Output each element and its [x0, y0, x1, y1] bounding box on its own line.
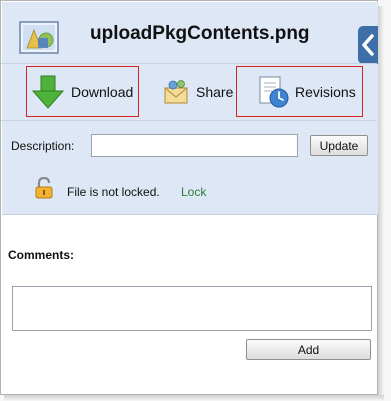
actions-divider [1, 120, 377, 121]
revisions-label: Revisions [295, 83, 356, 100]
add-comment-button[interactable]: Add [246, 339, 371, 360]
revisions-button[interactable]: Revisions [236, 66, 363, 117]
file-title: uploadPkgContents.png [90, 23, 310, 44]
lock-link[interactable]: Lock [181, 185, 206, 199]
comment-input[interactable] [12, 286, 372, 331]
collapse-panel-icon[interactable] [358, 26, 378, 64]
comments-label: Comments: [8, 248, 75, 262]
header-divider [1, 63, 377, 64]
update-button[interactable]: Update [310, 135, 368, 156]
share-button[interactable]: Share [160, 66, 234, 117]
panel-shadow-bottom [4, 395, 384, 401]
description-label: Description: [11, 139, 75, 153]
image-file-icon [19, 21, 59, 54]
download-label: Download [71, 83, 134, 100]
download-button[interactable]: Download [26, 66, 139, 117]
unlocked-padlock-icon [35, 177, 53, 199]
share-envelope-icon [164, 79, 188, 103]
share-label: Share [196, 83, 234, 100]
panel-shadow-right [378, 6, 384, 398]
download-arrow-icon [31, 75, 65, 109]
lock-status-text: File is not locked. [67, 185, 160, 199]
description-input[interactable] [91, 134, 298, 157]
revisions-clock-icon [259, 76, 289, 107]
